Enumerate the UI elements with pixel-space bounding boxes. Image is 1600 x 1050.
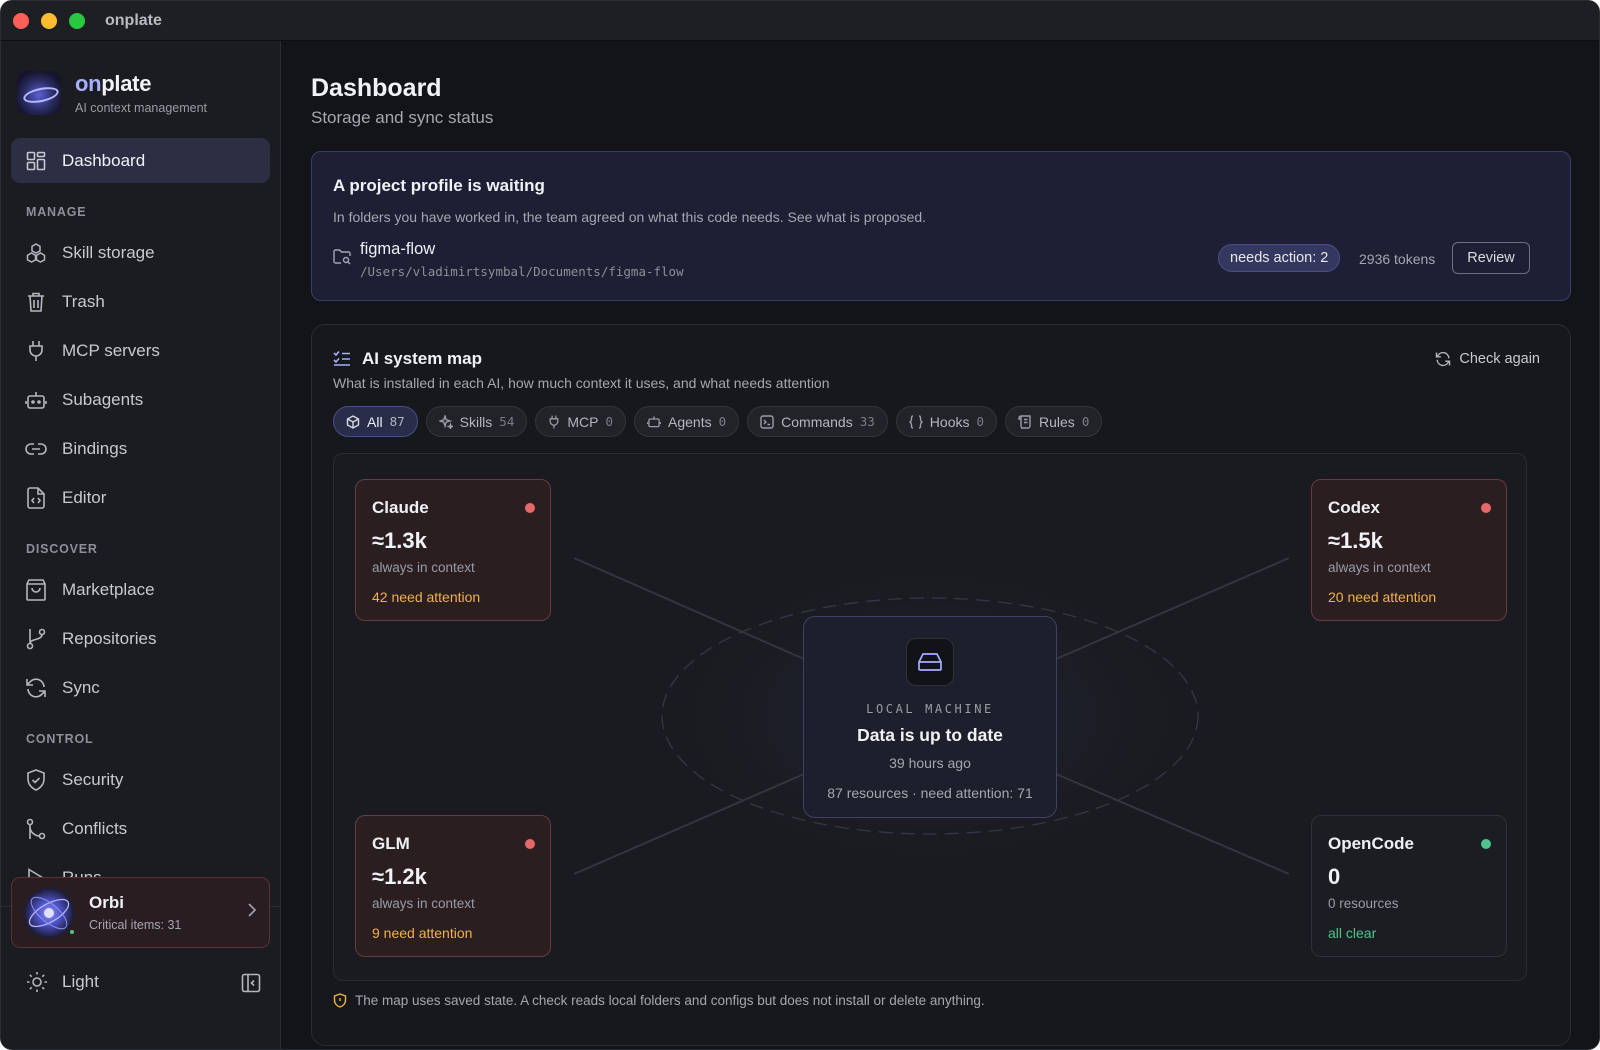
git-branch-icon [25, 628, 47, 650]
window-title: onplate [105, 12, 162, 29]
panel-left-icon [241, 973, 261, 993]
minimize-window-button[interactable] [41, 13, 57, 29]
sidebar-item-security[interactable]: Security [11, 757, 270, 802]
local-machine-node[interactable]: LOCAL MACHINE Data is up to date 39 hour… [803, 616, 1057, 818]
page-title: Dashboard [311, 74, 442, 102]
project-profile-banner: A project profile is waiting In folders … [311, 151, 1571, 301]
local-machine-label: LOCAL MACHINE [866, 702, 994, 716]
project-path: /Users/vladimirtsymbal/Documents/figma-f… [360, 264, 684, 279]
filter-chip-agents[interactable]: Agents 0 [634, 406, 740, 437]
ai-system-map-panel: AI system map What is installed in each … [311, 324, 1571, 1046]
app-window: onplate onplate AI context management Da… [0, 0, 1600, 1050]
hard-drive-icon [906, 638, 954, 686]
sidebar-item-mcp-servers[interactable]: MCP servers [11, 328, 270, 373]
map-footnote: The map uses saved state. A check reads … [333, 993, 985, 1008]
project-name: figma-flow [360, 240, 436, 258]
check-again-button[interactable]: Check again [1435, 351, 1540, 367]
sidebar-item-sync[interactable]: Sync [11, 665, 270, 710]
main-content: Dashboard Storage and sync status A proj… [281, 41, 1599, 1049]
sun-icon [27, 972, 47, 992]
onplate-logo-icon [17, 71, 61, 115]
warning-status-dot [525, 839, 535, 849]
collapse-sidebar-button[interactable] [241, 973, 261, 998]
online-status-dot [68, 927, 76, 936]
system-map-canvas: Claude ≈1.3k always in context 42 need a… [333, 453, 1527, 981]
filter-chip-mcp[interactable]: MCP 0 [535, 406, 627, 437]
braces-icon [908, 414, 923, 429]
orbi-name: Orbi [89, 893, 124, 912]
boxes-icon [25, 242, 47, 264]
sidebar-item-repositories[interactable]: Repositories [11, 616, 270, 661]
link-icon [25, 438, 47, 460]
trash-icon [25, 291, 47, 313]
sparkles-icon [438, 414, 453, 429]
token-count: 2936 tokens [1359, 251, 1436, 267]
sync-status-title: Data is up to date [857, 725, 1003, 745]
orbi-avatar [24, 887, 76, 938]
warning-status-dot [1481, 503, 1491, 513]
list-checks-icon [333, 350, 350, 366]
profile-description: In folders you have worked in, the team … [333, 209, 927, 225]
sidebar-item-editor[interactable]: Editor [11, 475, 270, 520]
resource-summary: 87 resources · need attention: 71 [827, 785, 1033, 801]
ok-status-dot [1481, 839, 1491, 849]
title-bar: onplate [1, 1, 1599, 41]
section-discover: DISCOVER [26, 542, 98, 556]
sidebar-item-bindings[interactable]: Bindings [11, 426, 270, 471]
sidebar-item-dashboard[interactable]: Dashboard [11, 138, 270, 183]
brand-name: onplate [75, 71, 152, 96]
terminal-icon [760, 414, 774, 429]
cube-icon [346, 414, 360, 429]
last-sync-time: 39 hours ago [889, 755, 971, 771]
orbit-icon [28, 896, 70, 929]
orbi-critical-items: Critical items: 31 [89, 918, 182, 932]
needs-action-badge: needs action: 2 [1218, 244, 1341, 272]
dashboard-grid-icon [25, 150, 47, 172]
theme-label: Light [62, 972, 99, 991]
bot-icon [25, 389, 47, 411]
brand: onplate AI context management [17, 71, 207, 115]
zoom-window-button[interactable] [69, 13, 85, 29]
filter-chip-rules[interactable]: Rules 0 [1005, 406, 1103, 437]
warning-status-dot [525, 503, 535, 513]
ai-node-opencode[interactable]: OpenCode 0 0 resources all clear [1311, 815, 1507, 957]
shield-alert-icon [333, 993, 347, 1008]
section-manage: MANAGE [26, 205, 87, 219]
map-description: What is installed in each AI, how much c… [333, 375, 830, 391]
theme-toggle[interactable]: Light [26, 971, 99, 993]
shield-check-icon [25, 768, 47, 791]
sidebar-item-conflicts[interactable]: Conflicts [11, 806, 270, 851]
filter-chip-hooks[interactable]: Hooks 0 [895, 406, 998, 437]
plug-icon [25, 340, 47, 362]
sidebar-item-skill-storage[interactable]: Skill storage [11, 230, 270, 275]
chevron-right-icon [248, 903, 257, 917]
plug-icon [548, 415, 560, 429]
refresh-icon [1436, 351, 1451, 367]
brand-subtitle: AI context management [75, 101, 208, 115]
ai-node-codex[interactable]: Codex ≈1.5k always in context 20 need at… [1311, 479, 1507, 621]
map-title: AI system map [362, 349, 482, 368]
scroll-icon [1018, 414, 1032, 429]
orbi-assistant-card[interactable]: Orbi Critical items: 31 [11, 877, 270, 948]
filter-chip-skills[interactable]: Skills 54 [425, 406, 528, 437]
file-code-icon [25, 486, 47, 509]
ai-node-glm[interactable]: GLM ≈1.2k always in context 9 need atten… [355, 815, 551, 957]
shopping-bag-icon [25, 578, 47, 601]
filter-chip-all[interactable]: All 87 [333, 406, 418, 437]
folder-search-icon [333, 249, 351, 265]
sidebar-item-trash[interactable]: Trash [11, 279, 270, 324]
review-button[interactable]: Review [1452, 242, 1530, 274]
close-window-button[interactable] [13, 13, 29, 29]
git-merge-icon [25, 818, 47, 840]
filter-chips: All 87 Skills 54 MCP 0 Agents 0 Commands 33 [333, 406, 1103, 437]
refresh-icon [25, 677, 47, 699]
filter-chip-commands[interactable]: Commands 33 [747, 406, 888, 437]
ai-node-claude[interactable]: Claude ≈1.3k always in context 42 need a… [355, 479, 551, 621]
page-subtitle: Storage and sync status [311, 108, 494, 127]
sidebar-item-subagents[interactable]: Subagents [11, 377, 270, 422]
bot-icon [647, 415, 662, 428]
sidebar-item-marketplace[interactable]: Marketplace [11, 567, 270, 612]
section-control: CONTROL [26, 732, 94, 746]
profile-title: A project profile is waiting [333, 176, 545, 195]
